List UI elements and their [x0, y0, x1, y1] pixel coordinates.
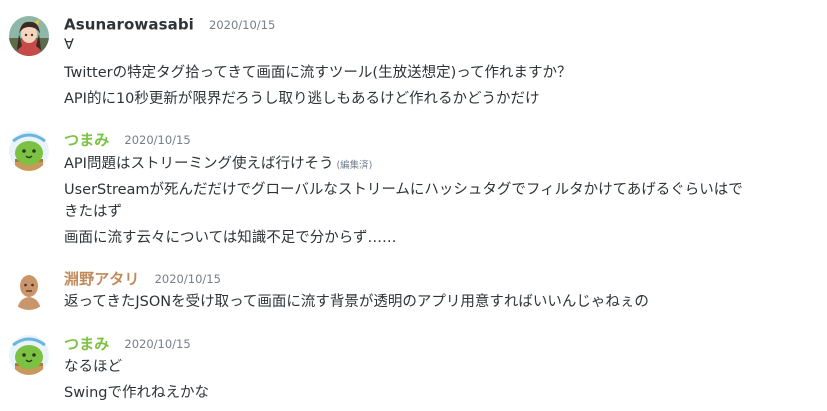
timestamp: 2020/10/15 — [124, 336, 191, 351]
message-text: API問題はストリーミング使えば行けそう — [64, 156, 334, 172]
message-header: Asunarowasabi 2020/10/15 — [64, 14, 275, 36]
username[interactable]: 淵野アタリ — [64, 270, 140, 288]
message-header: 淵野アタリ 2020/10/15 — [64, 268, 221, 290]
message-text: Swingで作れねえかな — [64, 385, 209, 401]
chat-log: Asunarowasabi 2020/10/15 ∀ Twitterの特定タグ拾… — [0, 0, 827, 411]
green-blob-avatar-icon[interactable] — [9, 335, 49, 375]
message-text: UserStreamが死んだだけでグローバルなストリームにハッシュタグでフィルタ… — [64, 182, 743, 198]
message-text: なるほど — [64, 359, 122, 375]
message-text: ∀ — [64, 37, 74, 53]
brown-figure-avatar-icon[interactable] — [9, 270, 49, 310]
username[interactable]: つまみ — [64, 335, 109, 353]
message-text: 返ってきたJSONを受け取って画面に流す背景が透明のアプリ用意すればいいんじゃね… — [64, 294, 649, 310]
message-header: つまみ 2020/10/15 — [64, 129, 191, 151]
timestamp: 2020/10/15 — [209, 17, 276, 32]
message-header: つまみ 2020/10/15 — [64, 333, 191, 355]
username[interactable]: Asunarowasabi — [64, 16, 194, 34]
username[interactable]: つまみ — [64, 131, 109, 149]
green-blob-avatar-icon[interactable] — [9, 131, 49, 171]
timestamp: 2020/10/15 — [124, 132, 191, 147]
message-text: API的に10秒更新が限界だろうし取り逃しもあるけど作れるかどうかだけ — [64, 91, 540, 107]
message-text: 画面に流す云々については知識不足で分からず…… — [64, 230, 397, 246]
message-text: Twitterの特定タグ拾ってきて画面に流すツール(生放送想定)って作れますか？ — [64, 65, 572, 81]
message-text: きたはず — [64, 204, 122, 220]
anime-character-avatar-icon[interactable] — [9, 16, 49, 56]
edited-label: (編集済) — [336, 160, 373, 171]
timestamp: 2020/10/15 — [154, 271, 221, 286]
message-text-edited-line: API問題はストリーミング使えば行けそう (編集済) — [64, 152, 372, 173]
